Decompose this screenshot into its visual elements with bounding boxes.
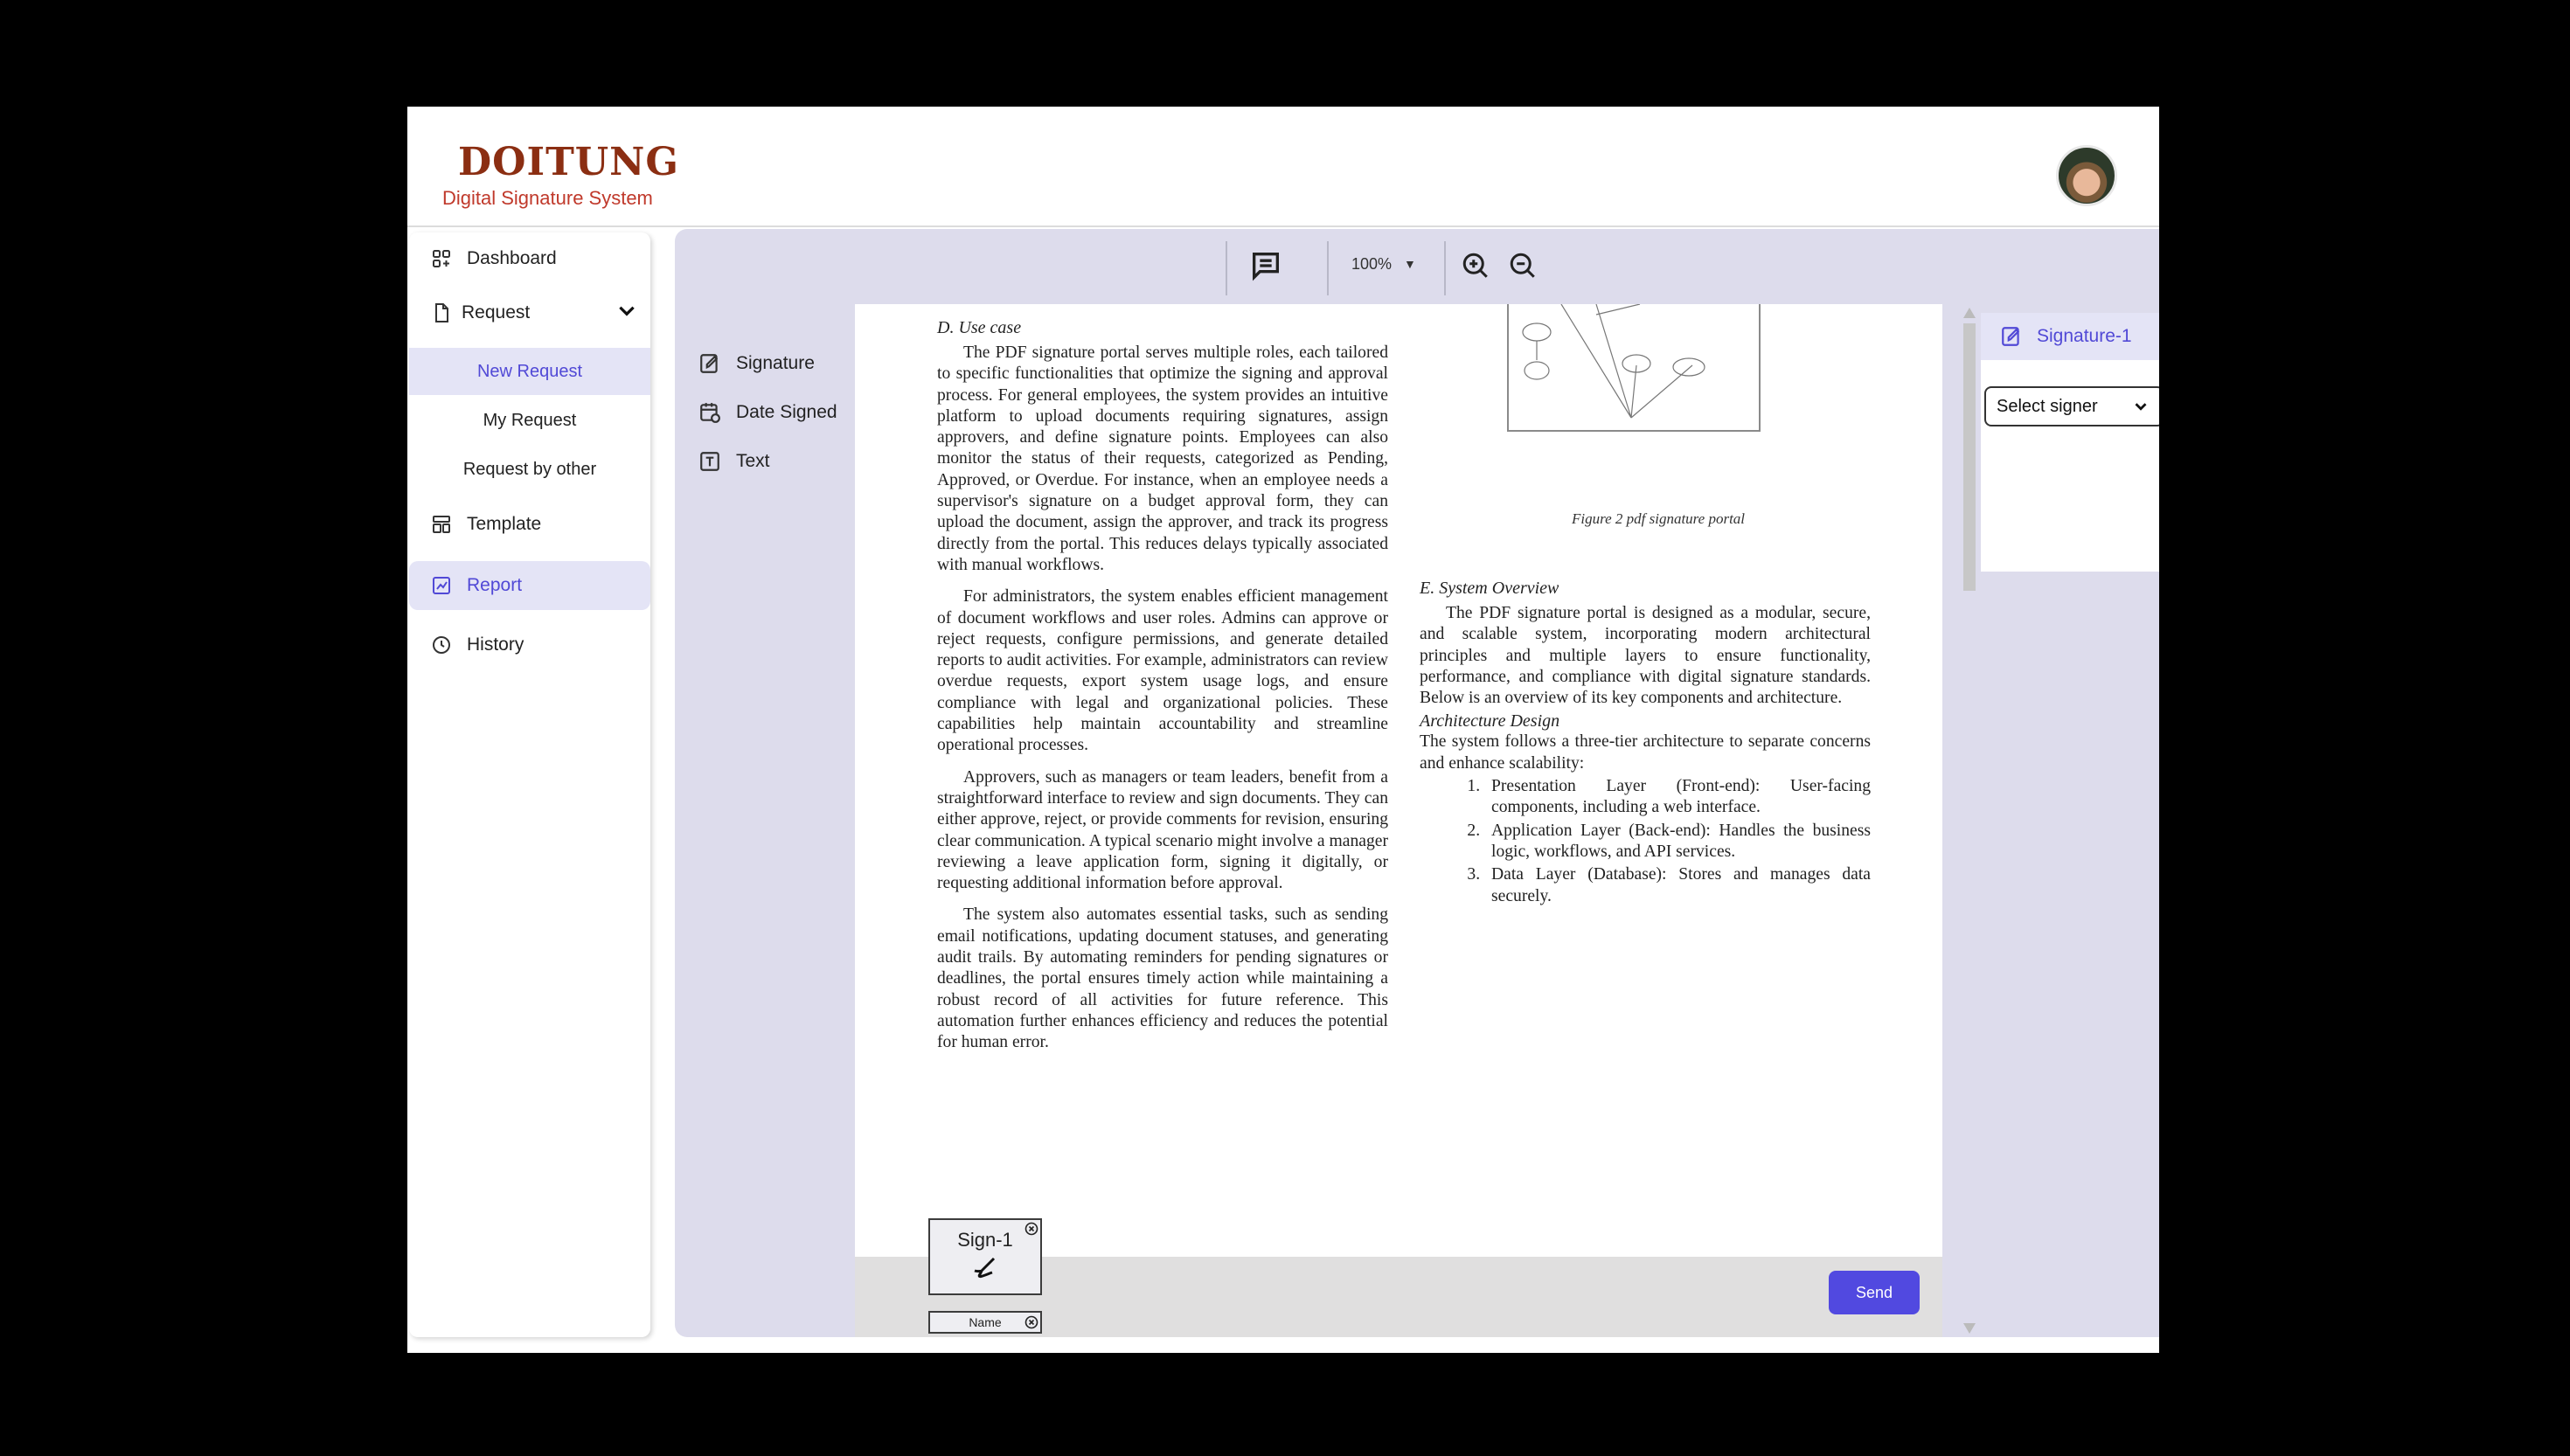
remove-field-icon[interactable]	[1025, 1315, 1038, 1329]
template-icon	[430, 513, 453, 536]
signer-panel: Signature-1 Select signer	[1981, 313, 2159, 572]
app-window: DOITUNG Digital Signature System Dashboa…	[407, 107, 2159, 1353]
paragraph: The system also automates essential task…	[937, 905, 1388, 1052]
remove-field-icon[interactable]	[1025, 1222, 1038, 1236]
sidebar-item-template[interactable]: Template	[409, 500, 650, 549]
caret-down-icon[interactable]: ▼	[1404, 257, 1416, 271]
pen-icon	[969, 1253, 1001, 1284]
tool-text[interactable]: Text	[698, 444, 770, 479]
zoom-out-icon[interactable]	[1507, 250, 1539, 281]
tool-signature[interactable]: Signature	[698, 346, 815, 381]
document-viewer[interactable]: D. Use case The PDF signature portal ser…	[855, 304, 1942, 1337]
paragraph: Approvers, such as managers or team lead…	[937, 767, 1388, 893]
sidebar-item-label: Report	[467, 575, 523, 595]
select-signer-dropdown[interactable]: Select signer	[1984, 386, 2159, 426]
section-heading: E. System Overview	[1420, 579, 1559, 598]
chevron-down-icon[interactable]	[615, 299, 638, 327]
zoom-in-icon[interactable]	[1460, 250, 1491, 281]
toolbar-divider	[1327, 241, 1329, 295]
scroll-thumb[interactable]	[1963, 323, 1976, 591]
document-left-column: D. Use case The PDF signature portal ser…	[937, 316, 1388, 1064]
sidebar-subitem-new-request[interactable]: New Request	[409, 348, 650, 395]
select-signer-value: Select signer	[1997, 396, 2098, 416]
sidebar-item-label: Dashboard	[467, 248, 557, 268]
sidebar-subitem-request-by-other[interactable]: Request by other	[409, 446, 650, 493]
signer-tab[interactable]: Signature-1	[1981, 313, 2159, 360]
paragraph: For administrators, the system enables e…	[937, 587, 1388, 755]
document-right-column: E. System Overview The PDF signature por…	[1420, 577, 1871, 909]
signature-icon	[698, 351, 722, 376]
figure-caption: Figure 2 pdf signature portal	[1572, 510, 1746, 527]
list-item: Data Layer (Database): Stores and manage…	[1484, 864, 1871, 907]
tool-label: Signature	[736, 353, 815, 373]
header: DOITUNG Digital Signature System	[407, 107, 2159, 227]
file-icon	[430, 302, 453, 324]
sidebar-subitem-my-request[interactable]: My Request	[409, 397, 650, 444]
send-button[interactable]: Send	[1829, 1271, 1920, 1314]
calendar-icon	[698, 400, 722, 425]
sidebar-item-report[interactable]: Report	[409, 561, 650, 610]
sidebar-item-history[interactable]: History	[409, 621, 650, 669]
document-page[interactable]: D. Use case The PDF signature portal ser…	[855, 304, 1942, 1257]
subsection-heading: Architecture Design	[1420, 711, 1560, 731]
signature-icon	[2000, 325, 2023, 348]
scroll-down-arrow[interactable]	[1963, 1323, 1976, 1334]
paragraph: The PDF signature portal is designed as …	[1420, 604, 1871, 708]
sidebar-item-label: Template	[467, 514, 542, 534]
name-field[interactable]: Name	[928, 1311, 1042, 1334]
sidebar-item-label: Request	[462, 302, 531, 322]
paragraph: The system follows a three-tier architec…	[1420, 732, 1871, 773]
logo: DOITUNG	[458, 140, 679, 184]
zoom-select[interactable]: 100%	[1351, 255, 1392, 274]
name-field-label: Name	[969, 1315, 1002, 1329]
clock-icon	[430, 634, 453, 656]
tool-label: Text	[736, 451, 770, 471]
architecture-list: Presentation Layer (Front-end): User-fac…	[1484, 776, 1871, 907]
paragraph: The PDF signature portal serves multiple…	[937, 343, 1388, 574]
avatar[interactable]	[2056, 145, 2117, 206]
signer-tab-label: Signature-1	[2037, 326, 2132, 346]
scrollbar[interactable]	[1963, 308, 1976, 1337]
text-icon	[698, 449, 722, 474]
chart-icon	[430, 574, 453, 597]
sidebar-item-dashboard[interactable]: Dashboard	[409, 234, 650, 283]
logo-subtitle: Digital Signature System	[442, 187, 653, 209]
list-item: Presentation Layer (Front-end): User-fac…	[1484, 776, 1871, 819]
list-item: Application Layer (Back-end): Handles th…	[1484, 821, 1871, 863]
grid-icon	[430, 247, 453, 270]
signature-field[interactable]: Sign-1	[928, 1218, 1042, 1295]
main-panel: 100% ▼ Signature Date Signed Text D. Use…	[675, 229, 2159, 1337]
tool-date-signed[interactable]: Date Signed	[698, 395, 837, 430]
figure-diagram	[1507, 304, 1761, 432]
section-heading: D. Use case	[937, 318, 1022, 337]
sidebar-item-label: History	[467, 634, 524, 655]
sidebar-item-request[interactable]: Request	[409, 288, 650, 337]
sidebar: Dashboard Request New Request My Request…	[409, 232, 650, 1337]
chevron-down-icon	[2131, 397, 2150, 421]
comment-icon[interactable]	[1248, 248, 1283, 283]
tool-label: Date Signed	[736, 402, 837, 422]
scroll-up-arrow[interactable]	[1963, 308, 1976, 318]
